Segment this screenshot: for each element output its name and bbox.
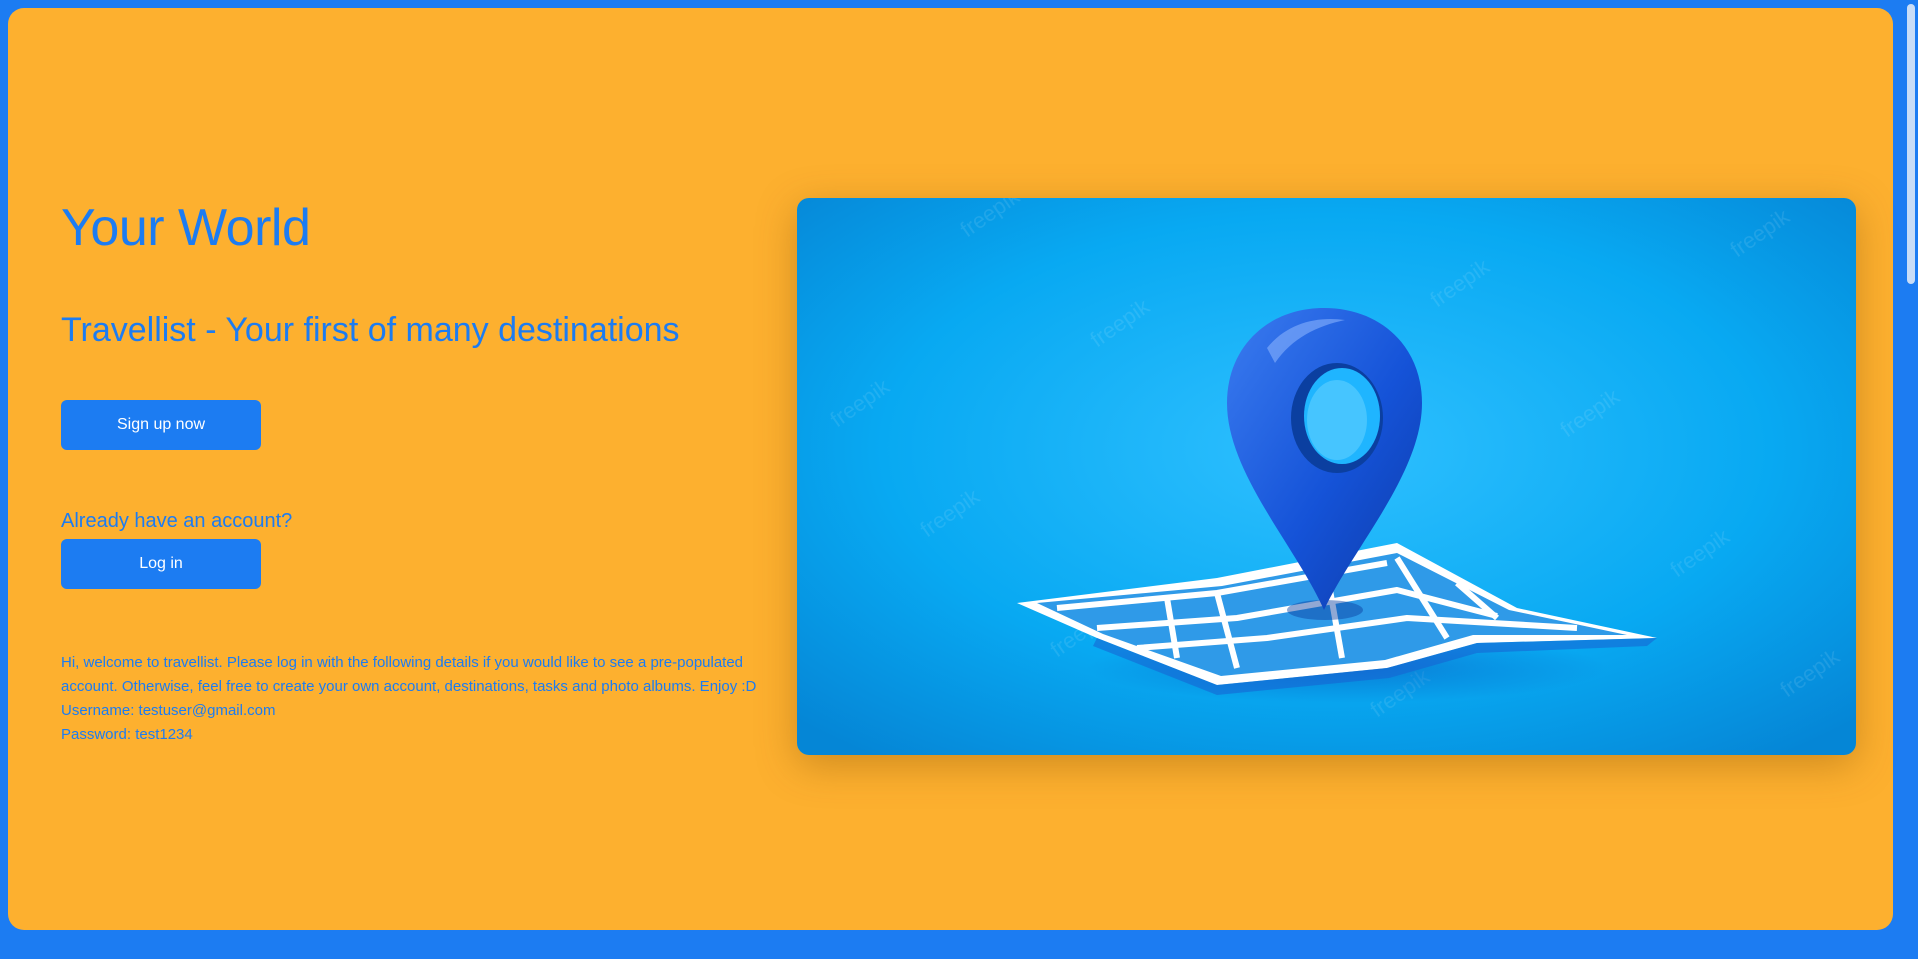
demo-password: Password: test1234 — [61, 726, 193, 743]
sign-up-button[interactable]: Sign up now — [61, 400, 261, 450]
log-in-button[interactable]: Log in — [61, 539, 261, 589]
welcome-info: Hi, welcome to travellist. Please log in… — [61, 651, 761, 747]
demo-username: Username: testuser@gmail.com — [61, 702, 276, 719]
hero-image: freepik freepik freepik freepik freepik … — [797, 198, 1856, 755]
page-scrollbar[interactable] — [1903, 0, 1918, 959]
account-prompt: Already have an account? — [61, 510, 293, 532]
page-subtitle: Travellist - Your first of many destinat… — [61, 311, 680, 349]
page-title: Your World — [61, 199, 311, 257]
location-pin-map-illustration: freepik freepik freepik freepik freepik … — [797, 198, 1856, 755]
scrollbar-thumb[interactable] — [1907, 4, 1915, 284]
main-card: Your World Travellist - Your first of ma… — [8, 8, 1893, 930]
welcome-text: Hi, welcome to travellist. Please log in… — [61, 654, 757, 695]
